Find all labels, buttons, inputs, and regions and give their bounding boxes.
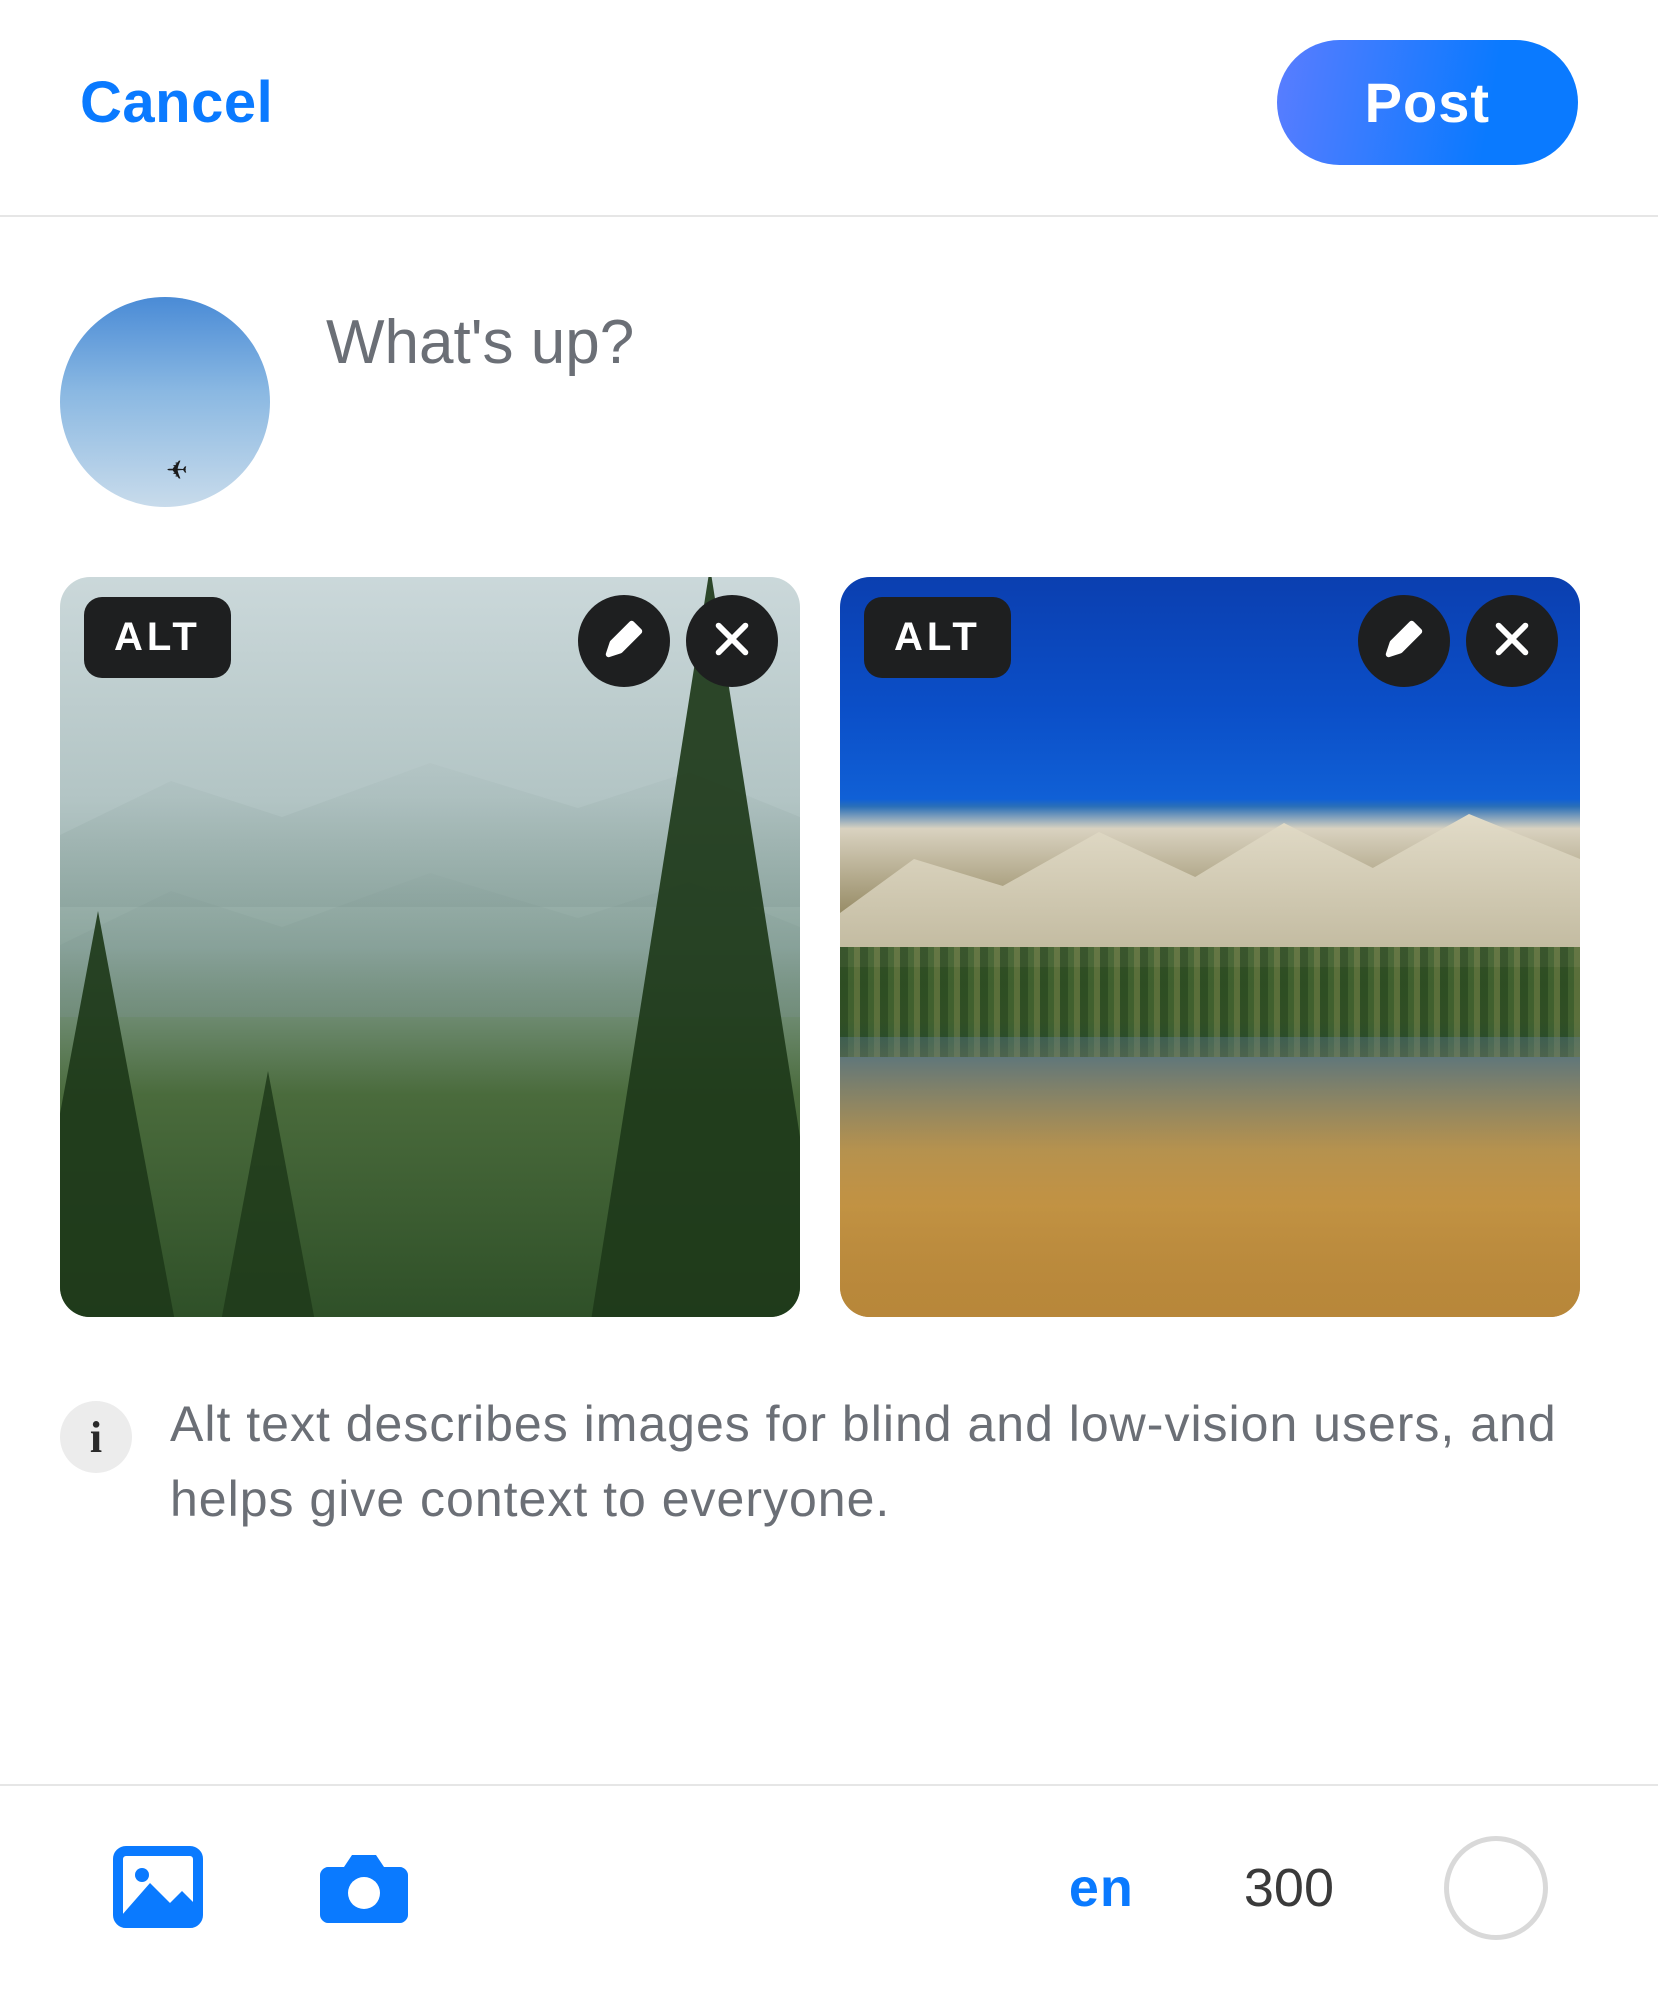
character-count: 300 [1244, 1857, 1334, 1919]
compose-input[interactable] [326, 297, 1598, 378]
close-icon [709, 616, 755, 667]
edit-image-button[interactable] [578, 595, 670, 687]
pencil-icon [1381, 616, 1427, 667]
avatar-bird-silhouette: ✈ [166, 455, 188, 486]
composer-toolbar: en 300 [0, 1784, 1658, 2000]
language-button[interactable]: en [1069, 1857, 1134, 1919]
alt-text-button[interactable]: ALT [84, 597, 231, 678]
camera-button[interactable] [316, 1839, 412, 1938]
close-icon [1489, 616, 1535, 667]
attachments-row: ALT ALT [0, 537, 1658, 1317]
cancel-button[interactable]: Cancel [80, 69, 273, 136]
post-button[interactable]: Post [1277, 40, 1578, 165]
character-count-ring [1444, 1836, 1548, 1940]
info-icon: i [60, 1401, 132, 1473]
camera-icon [316, 1839, 412, 1938]
remove-image-button[interactable] [686, 595, 778, 687]
image-icon [110, 1839, 206, 1938]
alt-text-info-tip: i Alt text describes images for blind an… [0, 1317, 1658, 1577]
pencil-icon [601, 616, 647, 667]
composer-header: Cancel Post [0, 0, 1658, 217]
alt-text-button[interactable]: ALT [864, 597, 1011, 678]
avatar: ✈ [60, 297, 270, 507]
attachment-image[interactable]: ALT [60, 577, 800, 1317]
remove-image-button[interactable] [1466, 595, 1558, 687]
attachment-image[interactable]: ALT [840, 577, 1580, 1317]
edit-image-button[interactable] [1358, 595, 1450, 687]
composer-body: ✈ [0, 217, 1658, 537]
alt-text-info-text: Alt text describes images for blind and … [170, 1387, 1598, 1537]
gallery-button[interactable] [110, 1839, 206, 1938]
